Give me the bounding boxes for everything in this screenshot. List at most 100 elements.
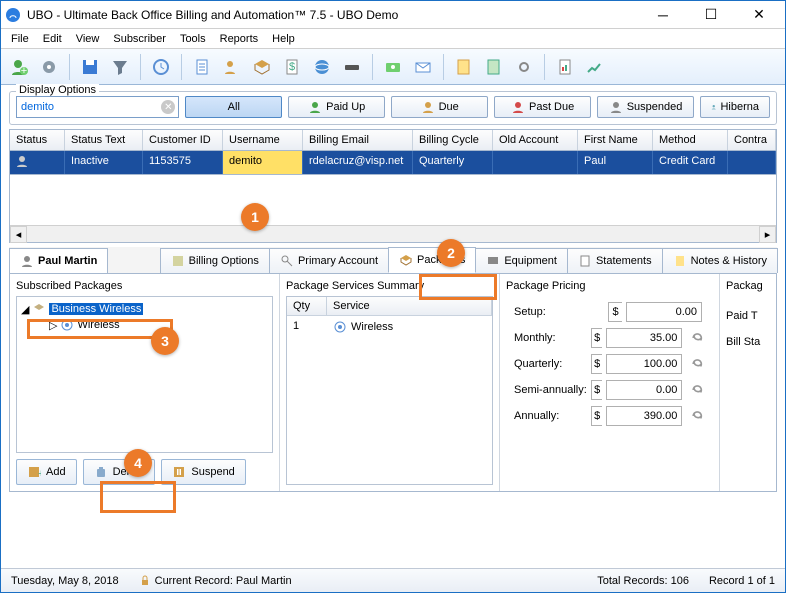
col-custid[interactable]: Customer ID: [143, 130, 223, 150]
user-gear-icon[interactable]: [218, 53, 246, 81]
filter-icon[interactable]: [106, 53, 134, 81]
menu-file[interactable]: File: [5, 31, 35, 47]
statements-icon: [578, 254, 592, 268]
col-username[interactable]: Username: [223, 130, 303, 150]
filter-paidup-button[interactable]: Paid Up: [288, 96, 385, 118]
tab-equipment[interactable]: Equipment: [475, 248, 568, 273]
grid-row-selected[interactable]: Inactive 1153575 demito rdelacruz@visp.n…: [10, 151, 776, 175]
refresh-semi-icon[interactable]: [690, 381, 705, 399]
col-qty[interactable]: Qty: [287, 297, 327, 315]
price-row-semi: Semi-annually:$: [514, 380, 705, 400]
report-icon[interactable]: [551, 53, 579, 81]
semi-input[interactable]: [606, 380, 682, 400]
save-icon[interactable]: [76, 53, 104, 81]
tab-notes-history[interactable]: Notes & History: [662, 248, 778, 273]
tab-primary-account[interactable]: Primary Account: [269, 248, 389, 273]
setup-input[interactable]: [626, 302, 702, 322]
ticket-add-icon[interactable]: [480, 53, 508, 81]
maximize-button[interactable]: ☐: [689, 4, 733, 26]
cell-method: Credit Card: [653, 151, 728, 174]
col-method[interactable]: Method: [653, 130, 728, 150]
add-icon: +: [27, 465, 41, 479]
monthly-input[interactable]: [606, 328, 682, 348]
refresh-monthly-icon[interactable]: [690, 329, 705, 347]
suspend-package-button[interactable]: Suspend: [161, 459, 245, 485]
scroll-right-icon[interactable]: ▸: [759, 226, 776, 243]
menu-view[interactable]: View: [70, 31, 106, 47]
menu-reports[interactable]: Reports: [214, 31, 265, 47]
right-paid-label: Paid T: [726, 310, 770, 322]
tree-expand-icon[interactable]: ▷: [49, 319, 57, 332]
callout-2: 2: [437, 239, 465, 267]
tree-collapse-icon[interactable]: ◢: [21, 303, 29, 316]
refresh-quarterly-icon[interactable]: [690, 355, 705, 373]
scroll-left-icon[interactable]: ◂: [10, 226, 27, 243]
key-icon: [280, 254, 294, 268]
add-package-button[interactable]: +Add: [16, 459, 77, 485]
menu-help[interactable]: Help: [266, 31, 301, 47]
close-button[interactable]: ✕: [737, 4, 781, 26]
mail-icon[interactable]: [409, 53, 437, 81]
tab-billing-options[interactable]: Billing Options: [160, 248, 270, 273]
filter-suspended-button[interactable]: Suspended: [597, 96, 694, 118]
add-user-icon[interactable]: +: [5, 53, 33, 81]
cell-status-icon: [10, 151, 65, 174]
package-node-icon: [32, 302, 46, 316]
cell-oldacct: [493, 151, 578, 174]
tree-node-root[interactable]: ◢ Business Wireless: [21, 301, 268, 317]
col-oldacct[interactable]: Old Account: [493, 130, 578, 150]
refresh-annually-icon[interactable]: [690, 407, 705, 425]
subscriber-detail: Paul Martin Billing Options Primary Acco…: [9, 247, 777, 492]
quarterly-input[interactable]: [606, 354, 682, 374]
menu-tools[interactable]: Tools: [174, 31, 212, 47]
display-options-panel: Display Options ✕ All Paid Up Due Past D…: [9, 91, 777, 125]
minimize-button[interactable]: ─: [641, 4, 685, 26]
status-bar: Tuesday, May 8, 2018 Current Record: Pau…: [1, 568, 785, 592]
modem-icon[interactable]: [338, 53, 366, 81]
annually-input[interactable]: [606, 406, 682, 426]
menu-bar: File Edit View Subscriber Tools Reports …: [1, 29, 785, 49]
col-statustext[interactable]: Status Text: [65, 130, 143, 150]
col-first[interactable]: First Name: [578, 130, 653, 150]
svg-text:+: +: [38, 468, 41, 479]
filter-due-button[interactable]: Due: [391, 96, 488, 118]
tab-statements[interactable]: Statements: [567, 248, 663, 273]
filter-hibernate-button[interactable]: Hiberna: [700, 96, 770, 118]
grid-hscrollbar[interactable]: ◂ ▸: [10, 225, 776, 242]
globe-icon[interactable]: [308, 53, 336, 81]
col-email[interactable]: Billing Email: [303, 130, 413, 150]
package-tree[interactable]: ◢ Business Wireless ▷ Wireless: [16, 296, 273, 453]
cell-first: Paul: [578, 151, 653, 174]
gear-icon[interactable]: [35, 53, 63, 81]
col-status[interactable]: Status: [10, 130, 65, 150]
cell-qty: 1: [287, 316, 327, 338]
invoice-icon[interactable]: $: [278, 53, 306, 81]
title-bar: UBO - Ultimate Back Office Billing and A…: [1, 1, 785, 29]
cell-custid: 1153575: [143, 151, 223, 174]
status-total: Total Records: 106: [597, 575, 689, 587]
chart-icon[interactable]: [581, 53, 609, 81]
document-icon[interactable]: [188, 53, 216, 81]
filter-pastdue-button[interactable]: Past Due: [494, 96, 591, 118]
app-icon: [5, 7, 21, 23]
package-icon[interactable]: [248, 53, 276, 81]
col-contra[interactable]: Contra: [728, 130, 776, 150]
filter-all-button[interactable]: All: [185, 96, 282, 118]
note-add-icon[interactable]: [450, 53, 478, 81]
callout-4: 4: [124, 449, 152, 477]
col-service[interactable]: Service: [327, 297, 492, 315]
search-input[interactable]: [16, 96, 179, 118]
price-row-monthly: Monthly:$: [514, 328, 705, 348]
callout-3: 3: [151, 327, 179, 355]
right-bill-label: Bill Sta: [726, 336, 770, 348]
cell-username: demito: [223, 151, 303, 174]
payment-icon[interactable]: [379, 53, 407, 81]
menu-edit[interactable]: Edit: [37, 31, 68, 47]
main-toolbar: + $: [1, 49, 785, 85]
menu-subscriber[interactable]: Subscriber: [107, 31, 172, 47]
history-icon[interactable]: [147, 53, 175, 81]
price-row-setup: Setup:$: [514, 302, 705, 322]
col-cycle[interactable]: Billing Cycle: [413, 130, 493, 150]
service-row[interactable]: 1 Wireless: [287, 316, 492, 338]
link-icon[interactable]: [510, 53, 538, 81]
